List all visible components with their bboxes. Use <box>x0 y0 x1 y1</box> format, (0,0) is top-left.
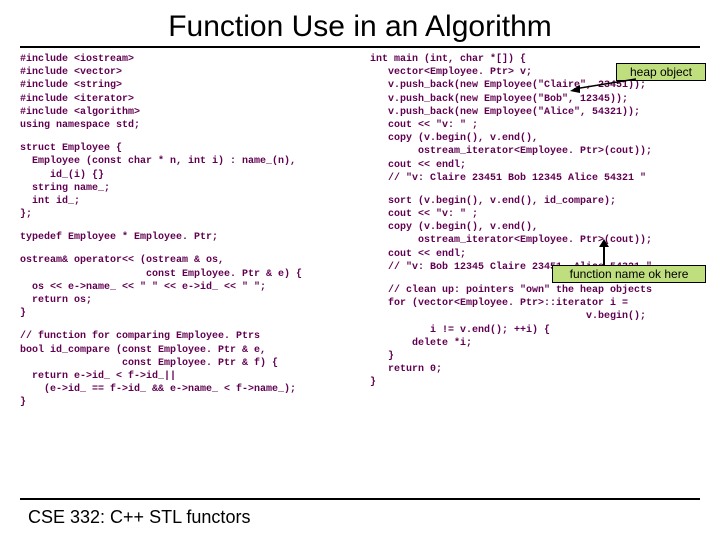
page-title: Function Use in an Algorithm <box>20 10 700 48</box>
code-main-part2: sort (v.begin(), v.end(), id_compare); c… <box>370 195 700 274</box>
code-id-compare: // function for comparing Employee. Ptrs… <box>20 330 350 409</box>
code-main-part3: // clean up: pointers "own" the heap obj… <box>370 284 700 390</box>
footer-text: CSE 332: C++ STL functors <box>28 507 250 528</box>
code-includes: #include <iostream> #include <vector> #i… <box>20 53 350 132</box>
footer-rule <box>20 498 700 500</box>
right-column: int main (int, char *[]) { vector<Employ… <box>370 53 700 420</box>
code-struct-employee: struct Employee { Employee (const char *… <box>20 142 350 221</box>
callout-function-name: function name ok here <box>552 265 706 283</box>
content-columns: #include <iostream> #include <vector> #i… <box>20 53 700 420</box>
left-column: #include <iostream> #include <vector> #i… <box>20 53 350 420</box>
arrow-heap <box>570 77 640 93</box>
code-typedef: typedef Employee * Employee. Ptr; <box>20 231 350 244</box>
arrow-function-name <box>597 239 611 267</box>
code-ostream-operator: ostream& operator<< (ostream & os, const… <box>20 254 350 320</box>
